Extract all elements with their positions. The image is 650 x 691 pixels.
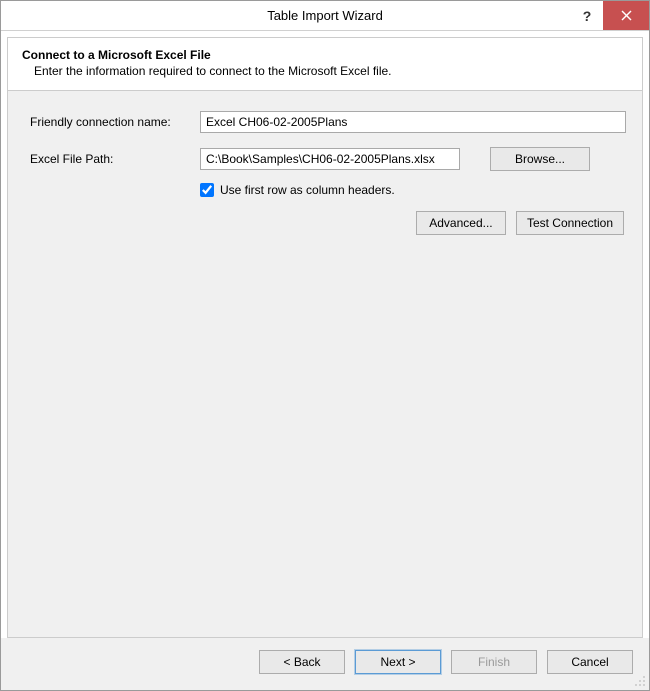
friendly-name-row: Friendly connection name:	[30, 111, 626, 133]
first-row-checkbox-row: Use first row as column headers.	[200, 183, 626, 197]
titlebar: Table Import Wizard ?	[1, 1, 649, 31]
help-button[interactable]: ?	[571, 1, 603, 30]
back-button[interactable]: < Back	[259, 650, 345, 674]
wizard-window: Table Import Wizard ? Connect to a Micro…	[0, 0, 650, 691]
window-title: Table Import Wizard	[1, 8, 649, 23]
browse-button[interactable]: Browse...	[490, 147, 590, 171]
file-path-label: Excel File Path:	[30, 152, 200, 166]
page-subtitle: Enter the information required to connec…	[22, 64, 628, 78]
form-area: Friendly connection name: Excel File Pat…	[7, 91, 643, 638]
header-panel: Connect to a Microsoft Excel File Enter …	[7, 37, 643, 91]
finish-button: Finish	[451, 650, 537, 674]
next-button[interactable]: Next >	[355, 650, 441, 674]
friendly-name-input[interactable]	[200, 111, 626, 133]
advanced-button[interactable]: Advanced...	[416, 211, 506, 235]
cancel-button[interactable]: Cancel	[547, 650, 633, 674]
file-path-row: Excel File Path: Browse...	[30, 147, 626, 171]
resize-grip-icon[interactable]	[634, 675, 646, 687]
close-icon	[621, 10, 632, 21]
test-connection-button[interactable]: Test Connection	[516, 211, 624, 235]
first-row-label[interactable]: Use first row as column headers.	[220, 183, 395, 197]
close-button[interactable]	[603, 1, 649, 30]
action-row: Advanced... Test Connection	[30, 211, 626, 235]
titlebar-controls: ?	[571, 1, 649, 30]
file-path-input[interactable]	[200, 148, 460, 170]
friendly-name-label: Friendly connection name:	[30, 115, 200, 129]
first-row-checkbox[interactable]	[200, 183, 214, 197]
footer: < Back Next > Finish Cancel	[1, 638, 649, 690]
page-title: Connect to a Microsoft Excel File	[22, 48, 628, 62]
